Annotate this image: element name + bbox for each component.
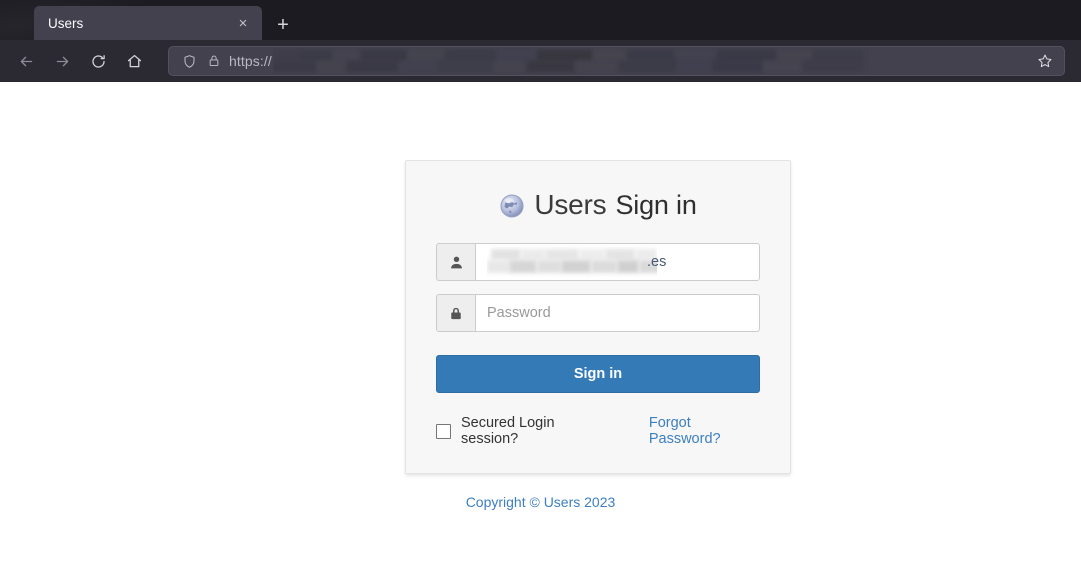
browser-tab-users[interactable]: Users × [34, 6, 262, 40]
copyright-text: Copyright © Users 2023 [0, 494, 1081, 510]
new-tab-icon[interactable]: + [268, 10, 298, 40]
back-icon[interactable] [10, 45, 42, 77]
page-title: Sign in [615, 190, 696, 221]
bookmark-star-icon[interactable] [1032, 48, 1058, 74]
password-input[interactable]: Password [475, 294, 760, 332]
home-icon[interactable] [118, 45, 150, 77]
card-header: Users Sign in [436, 189, 760, 221]
username-input-group: .es [436, 243, 760, 281]
brand-name: Users [534, 189, 606, 221]
sign-in-button[interactable]: Sign in [436, 355, 760, 393]
url-text-redacted[interactable] [273, 48, 1032, 74]
address-bar[interactable]: https:// [168, 46, 1065, 76]
username-value-redacted: .es [487, 244, 748, 280]
login-card: Users Sign in [405, 160, 791, 474]
username-visible-tail: .es [647, 254, 666, 270]
password-placeholder: Password [487, 305, 551, 321]
checkbox-box[interactable] [436, 424, 451, 439]
browser-chrome: Users × + [0, 0, 1081, 82]
password-input-group: Password [436, 294, 760, 332]
card-footer-row: Secured Login session? Forgot Password? [436, 415, 760, 447]
shield-icon[interactable] [179, 51, 199, 71]
checkbox-label: Secured Login session? [461, 415, 606, 447]
forgot-password-link[interactable]: Forgot Password? [649, 415, 760, 447]
url-scheme-text: https:// [229, 53, 272, 69]
tab-title: Users [48, 16, 232, 31]
reload-icon[interactable] [82, 45, 114, 77]
user-icon [436, 243, 475, 281]
tab-strip: Users × + [0, 0, 1081, 40]
close-icon[interactable]: × [232, 12, 254, 34]
username-input[interactable]: .es [475, 243, 760, 281]
lock-icon [436, 294, 475, 332]
globe-icon [499, 193, 525, 219]
lock-icon[interactable] [204, 51, 224, 71]
redaction-mosaic [487, 244, 657, 280]
forward-icon[interactable] [46, 45, 78, 77]
navigation-toolbar: https:// [0, 40, 1081, 82]
page-content: Users Sign in [0, 82, 1081, 568]
secured-session-checkbox[interactable]: Secured Login session? [436, 415, 606, 447]
